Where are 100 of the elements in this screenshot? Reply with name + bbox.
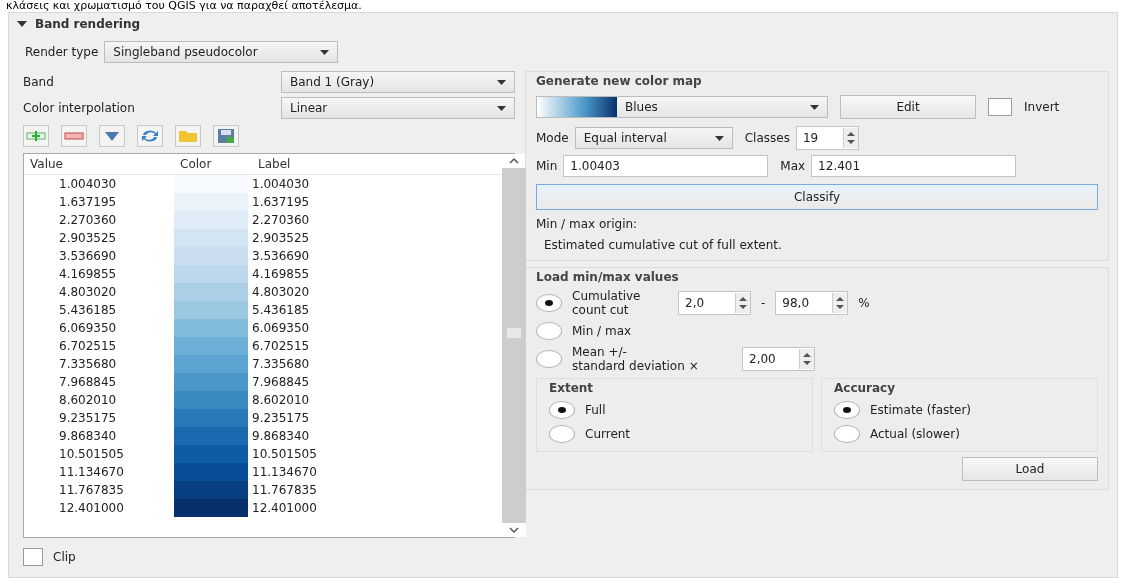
color-swatch[interactable] xyxy=(174,319,248,337)
table-cell-text: 2.270360 xyxy=(252,213,311,227)
color-swatch[interactable] xyxy=(174,301,248,319)
table-cell-text: 3.536690 xyxy=(252,249,311,263)
table-cell-text: 7.335680 xyxy=(252,357,311,371)
table-cell-text: 4.803020 xyxy=(58,285,118,299)
edit-button[interactable]: Edit xyxy=(840,95,976,119)
unit-text: % xyxy=(858,296,870,310)
scrollbar[interactable] xyxy=(502,154,526,537)
option-label: Current xyxy=(585,427,631,441)
save-icon xyxy=(216,129,236,143)
spin-box[interactable]: 2,0 xyxy=(678,291,751,315)
table-cell-text: 5.436185 xyxy=(252,303,311,317)
add-row-button[interactable] xyxy=(23,125,49,147)
column-header[interactable]: Value xyxy=(24,157,174,171)
table-cell-text: 9.235175 xyxy=(252,411,311,425)
max-field[interactable]: 12.401 xyxy=(811,155,1017,177)
mode-dropdown[interactable]: Equal interval xyxy=(574,127,733,149)
color-swatch[interactable] xyxy=(174,355,248,373)
table-cell-text: 10.501505 xyxy=(58,447,125,461)
table-cell-text: 8.602010 xyxy=(58,393,118,407)
field-label: Classes xyxy=(744,131,790,145)
field-label: Min xyxy=(536,159,558,173)
table-cell-text: 6.069350 xyxy=(252,321,311,335)
table-cell-text: 5.436185 xyxy=(58,303,118,317)
color-swatch[interactable] xyxy=(174,229,248,247)
radio-button[interactable] xyxy=(536,350,562,368)
radio-button[interactable] xyxy=(834,425,860,443)
dropdown[interactable]: Band 1 (Gray) xyxy=(281,71,515,93)
color-swatch[interactable] xyxy=(174,193,248,211)
table-cell-text: 8.602010 xyxy=(252,393,311,407)
color-swatch[interactable] xyxy=(174,409,248,427)
load-button[interactable]: Load xyxy=(962,457,1098,481)
column-header[interactable]: Color xyxy=(174,157,252,171)
classify-button[interactable]: Classify xyxy=(536,184,1098,210)
table-cell-text: 6.702515 xyxy=(252,339,311,353)
expand-arrow-icon[interactable] xyxy=(17,21,27,27)
field-label: Mode xyxy=(536,131,569,145)
triangle-button[interactable] xyxy=(99,125,125,147)
scroll-thumb[interactable] xyxy=(507,328,521,338)
color-swatch[interactable] xyxy=(174,391,248,409)
table-cell-text: 1.637195 xyxy=(58,195,118,209)
radio-button[interactable] xyxy=(536,322,562,340)
table-cell-text: 11.134670 xyxy=(252,465,318,479)
table-cell-text: 2.903525 xyxy=(58,231,118,245)
color-swatch[interactable] xyxy=(174,265,248,283)
spin-box[interactable]: 2,00 xyxy=(742,347,815,371)
option-label: Mean +/- standard deviation × xyxy=(572,345,700,373)
field-label: Band xyxy=(23,75,54,89)
dropdown[interactable]: Linear xyxy=(281,97,515,119)
render-type-dropdown[interactable]: Singleband pseudocolor xyxy=(104,41,339,63)
remove-row-button[interactable] xyxy=(61,125,87,147)
color-swatch[interactable] xyxy=(174,499,248,517)
color-ramp-dropdown[interactable]: Blues xyxy=(536,96,828,118)
color-swatch[interactable] xyxy=(174,211,248,229)
table-cell-text: 7.968845 xyxy=(58,375,118,389)
color-swatch[interactable] xyxy=(174,175,248,193)
caret-icon xyxy=(497,79,506,85)
color-swatch[interactable] xyxy=(174,427,248,445)
caret-icon xyxy=(320,49,330,55)
group-title: Accuracy xyxy=(834,381,896,395)
spin-box[interactable]: 98,0 xyxy=(775,291,849,315)
info-text: Estimated cumulative cut of full extent. xyxy=(543,238,783,252)
folder-icon xyxy=(178,129,198,143)
min-field[interactable]: 1.00403 xyxy=(563,155,769,177)
color-swatch[interactable] xyxy=(174,247,248,265)
table-cell-text: 7.968845 xyxy=(252,375,311,389)
radio-button[interactable] xyxy=(549,401,575,419)
folder-button[interactable] xyxy=(175,125,201,147)
checkbox[interactable] xyxy=(988,98,1012,116)
table-cell-text: 2.903525 xyxy=(252,231,311,245)
checkbox[interactable] xyxy=(23,548,43,566)
field-label: Max xyxy=(780,159,806,173)
table-cell-text: 11.134670 xyxy=(58,465,125,479)
color-swatch[interactable] xyxy=(174,337,248,355)
table-cell-text: 3.536690 xyxy=(58,249,118,263)
color-swatch[interactable] xyxy=(174,283,248,301)
spin-box[interactable]: 19 xyxy=(795,126,859,150)
color-swatch[interactable] xyxy=(174,445,248,463)
info-label: Min / max origin: xyxy=(536,217,639,231)
radio-button[interactable] xyxy=(549,425,575,443)
field-label: Color interpolation xyxy=(23,101,135,115)
table-cell-text: 1.637195 xyxy=(252,195,311,209)
table-cell-text: 11.767835 xyxy=(252,483,318,497)
radio-button[interactable] xyxy=(536,294,562,312)
table-cell-text: 12.401000 xyxy=(252,501,318,515)
color-swatch[interactable] xyxy=(174,373,248,391)
group-title: Generate new color map xyxy=(536,74,703,88)
triangle-icon xyxy=(102,129,122,143)
table-cell-text: 6.702515 xyxy=(58,339,118,353)
color-swatch[interactable] xyxy=(174,463,248,481)
column-header[interactable]: Label xyxy=(252,157,502,171)
option-label: Cumulative count cut xyxy=(572,289,642,317)
table-cell-text: 6.069350 xyxy=(58,321,118,335)
save-button[interactable] xyxy=(213,125,239,147)
color-swatch[interactable] xyxy=(174,481,248,499)
refresh-button[interactable] xyxy=(137,125,163,147)
radio-button[interactable] xyxy=(834,401,860,419)
color-ramp-icon xyxy=(537,97,617,117)
option-label: Full xyxy=(585,403,606,417)
